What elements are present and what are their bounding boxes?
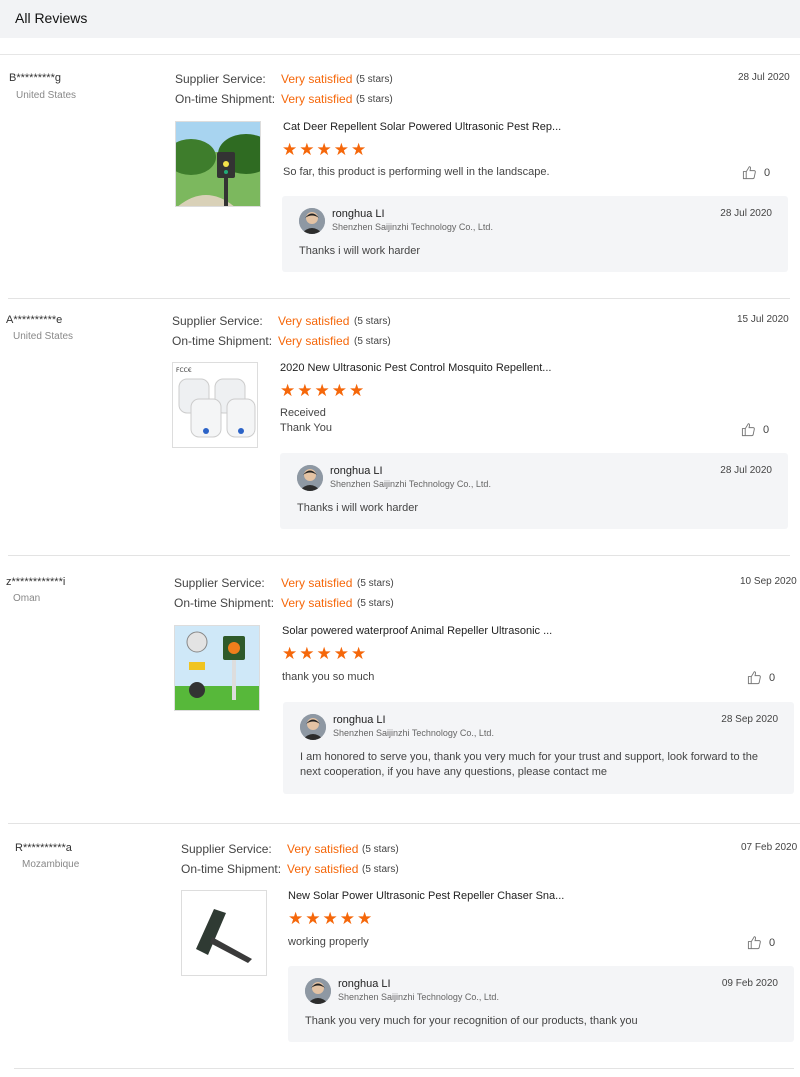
review-stars: ★ ★ ★ ★ ★ [288,909,373,928]
product-image[interactable] [181,890,267,976]
supplier-service-label: Supplier Service: [181,842,272,856]
reply-date: 09 Feb 2020 [721,978,778,989]
review-card: R**********a Mozambique Supplier Service… [0,0,800,1077]
like-button[interactable]: 0 [747,935,775,950]
supplier-service-rating: Very satisfied [287,842,359,856]
supplier-reply: ronghua LI Shenzhen Saijinzhi Technology… [288,966,794,1042]
reply-author: ronghua LI [338,978,391,990]
on-time-shipment-rating: Very satisfied [287,862,359,876]
thumbs-up-icon [747,936,761,950]
supplier-service-stars: (5 stars) [362,844,399,855]
star-icon: ★ [322,909,338,928]
reviewer-country: Mozambique [22,859,80,870]
star-icon: ★ [357,909,373,928]
on-time-shipment-label: On-time Shipment: [181,862,282,876]
reviewer-name: R**********a [15,842,72,854]
review-comment: working properly [288,936,369,948]
star-icon: ★ [305,909,321,928]
avatar [305,978,331,1004]
reply-company: Shenzhen Saijinzhi Technology Co., Ltd. [338,992,499,1002]
reply-text: Thank you very much for your recognition… [305,1015,638,1027]
review-divider [14,1068,794,1069]
star-icon: ★ [288,909,304,928]
star-icon: ★ [339,909,355,928]
product-title-link[interactable]: New Solar Power Ultrasonic Pest Repeller… [288,890,564,902]
review-date: 07 Feb 2020 [741,842,798,853]
on-time-shipment-stars: (5 stars) [362,864,399,875]
like-count: 0 [769,936,776,949]
